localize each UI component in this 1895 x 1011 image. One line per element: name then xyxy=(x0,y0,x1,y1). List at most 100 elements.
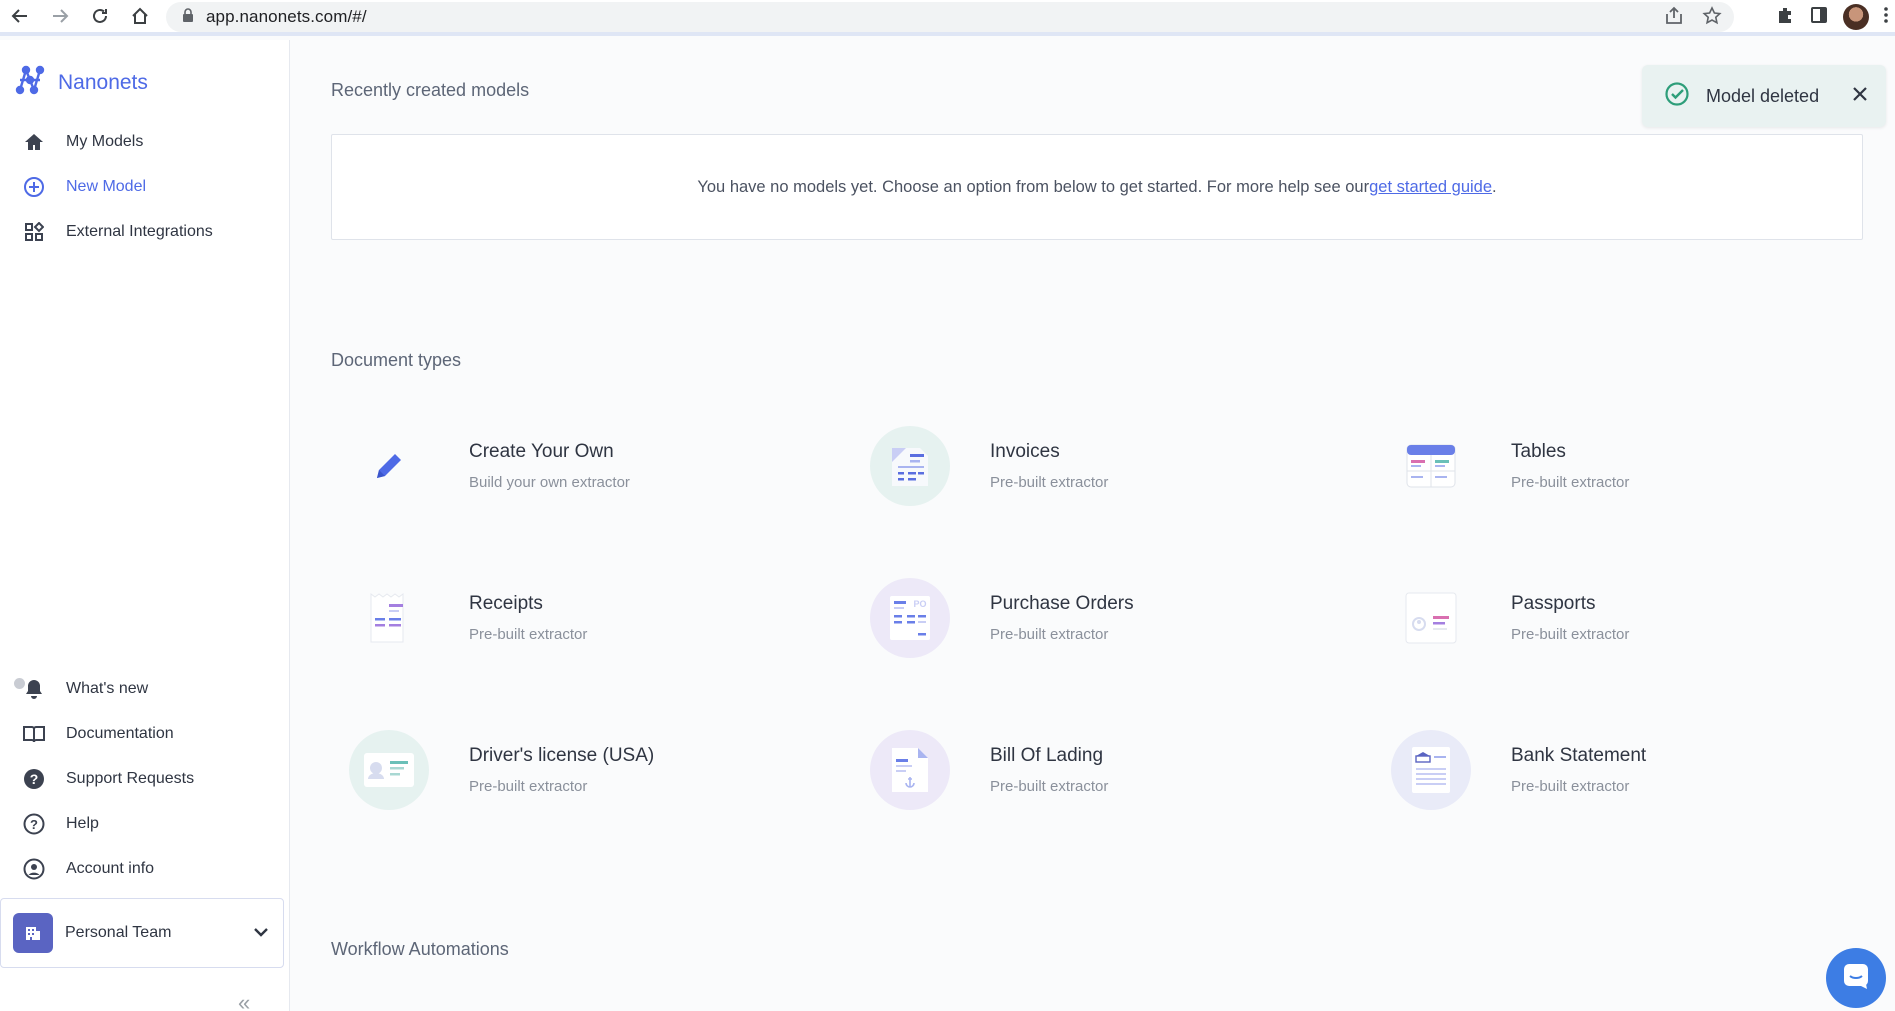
extensions-icon[interactable] xyxy=(1775,5,1795,30)
recent-models-title: Recently created models xyxy=(331,80,530,100)
sidebar: Nanonets My Models New Model External In… xyxy=(0,40,290,1011)
account-icon xyxy=(22,857,46,881)
lock-icon xyxy=(182,7,194,27)
sidebar-item-my-models[interactable]: My Models xyxy=(0,124,289,160)
toast-message: Model deleted xyxy=(1706,85,1820,106)
doc-type-purchase-orders[interactable]: PO Purchase Orders Pre-built extractor xyxy=(852,573,1352,663)
doc-type-title: Create Your Own xyxy=(469,441,614,462)
home-page-icon[interactable] xyxy=(120,0,160,33)
sidebar-item-label: Account info xyxy=(66,860,155,877)
brand-name: Nanonets xyxy=(58,70,148,94)
doc-type-subtitle: Pre-built extractor xyxy=(1511,474,1630,491)
team-selector[interactable]: Personal Team xyxy=(0,898,284,968)
doc-type-invoices[interactable]: Invoices Pre-built extractor xyxy=(852,421,1352,511)
passport-icon xyxy=(1391,578,1471,658)
sidebar-item-label: Documentation xyxy=(66,725,174,742)
sidebar-item-whats-new[interactable]: What's new xyxy=(0,671,289,707)
sidebar-item-label: Help xyxy=(66,815,99,832)
doc-type-subtitle: Pre-built extractor xyxy=(469,626,588,643)
help-circle-icon: ? xyxy=(22,812,46,836)
workflow-automations-title: Workflow Automations xyxy=(331,939,509,959)
pencil-icon xyxy=(349,426,429,506)
nanonets-logo-icon xyxy=(14,64,46,101)
forward-icon[interactable] xyxy=(40,0,80,33)
document-types-title: Document types xyxy=(331,350,462,370)
profile-avatar[interactable] xyxy=(1843,4,1869,30)
toast-notification: Model deleted xyxy=(1642,65,1886,127)
browser-toolbar: app.nanonets.com/#/ xyxy=(0,0,1895,36)
chevron-down-icon[interactable] xyxy=(253,924,269,942)
doc-type-subtitle: Pre-built extractor xyxy=(1511,626,1630,643)
sidebar-item-label: My Models xyxy=(66,133,144,150)
sidebar-item-label: Support Requests xyxy=(66,770,195,787)
bank-statement-icon xyxy=(1391,730,1471,810)
svg-text:PO: PO xyxy=(913,599,926,609)
doc-type-drivers-license[interactable]: Driver's license (USA) Pre-built extract… xyxy=(331,725,831,815)
doc-type-subtitle: Pre-built extractor xyxy=(990,626,1109,643)
sidebar-item-label: External Integrations xyxy=(66,223,213,240)
doc-type-subtitle: Pre-built extractor xyxy=(1511,778,1630,795)
license-icon xyxy=(349,730,429,810)
bill-of-lading-icon xyxy=(870,730,950,810)
plus-circle-icon xyxy=(22,175,46,199)
check-circle-icon xyxy=(1664,81,1690,112)
doc-type-title: Purchase Orders xyxy=(990,593,1134,614)
empty-models-text: You have no models yet. Choose an option… xyxy=(697,177,1370,196)
doc-type-subtitle: Pre-built extractor xyxy=(990,474,1109,491)
doc-type-title: Invoices xyxy=(990,441,1060,462)
share-icon[interactable] xyxy=(1664,6,1684,31)
doc-type-bill-of-lading[interactable]: Bill Of Lading Pre-built extractor xyxy=(852,725,1352,815)
chat-launcher-button[interactable] xyxy=(1826,948,1886,1008)
doc-type-title: Passports xyxy=(1511,593,1596,614)
star-icon[interactable] xyxy=(1702,6,1722,31)
url-text: app.nanonets.com/#/ xyxy=(206,7,367,26)
svg-text:?: ? xyxy=(30,771,39,787)
close-icon[interactable] xyxy=(1852,86,1868,107)
sidebar-item-account-info[interactable]: Account info xyxy=(0,851,289,887)
team-name: Personal Team xyxy=(65,924,172,941)
more-menu-icon[interactable] xyxy=(1883,5,1889,30)
doc-type-title: Bill Of Lading xyxy=(990,745,1104,766)
doc-type-create-your-own[interactable]: Create Your Own Build your own extractor xyxy=(331,421,831,511)
sidebar-item-support-requests[interactable]: ? Support Requests xyxy=(0,761,289,797)
doc-type-subtitle: Pre-built extractor xyxy=(990,778,1109,795)
home-icon xyxy=(22,130,46,154)
doc-type-title: Driver's license (USA) xyxy=(469,745,655,766)
grid-icon xyxy=(22,220,46,244)
doc-type-title: Tables xyxy=(1511,441,1566,462)
doc-type-receipts[interactable]: Receipts Pre-built extractor xyxy=(331,573,831,663)
main-content: Recently created models You have no mode… xyxy=(291,40,1895,1011)
doc-type-title: Receipts xyxy=(469,593,543,614)
doc-type-subtitle: Pre-built extractor xyxy=(469,778,588,795)
sidebar-item-label: New Model xyxy=(66,178,147,195)
doc-type-passports[interactable]: Passports Pre-built extractor xyxy=(1373,573,1873,663)
address-bar[interactable]: app.nanonets.com/#/ xyxy=(166,2,1734,32)
sidebar-item-label: What's new xyxy=(66,680,149,697)
bell-icon xyxy=(22,677,46,701)
get-started-guide-link[interactable]: get started guide xyxy=(1369,178,1492,197)
book-icon xyxy=(22,722,46,746)
back-icon[interactable] xyxy=(0,0,40,33)
sidebar-item-help[interactable]: ? Help xyxy=(0,806,289,842)
sidebar-item-new-model[interactable]: New Model xyxy=(0,169,289,205)
invoice-icon xyxy=(870,426,950,506)
table-icon xyxy=(1391,426,1471,506)
doc-type-tables[interactable]: Tables Pre-built extractor xyxy=(1373,421,1873,511)
empty-models-text-end: . xyxy=(1492,177,1497,196)
side-panel-icon[interactable] xyxy=(1809,5,1829,30)
brand[interactable]: Nanonets xyxy=(14,64,148,101)
chat-icon xyxy=(1841,961,1871,996)
sidebar-item-documentation[interactable]: Documentation xyxy=(0,716,289,752)
receipt-icon xyxy=(349,578,429,658)
sidebar-item-external-integrations[interactable]: External Integrations xyxy=(0,214,289,250)
collapse-sidebar-icon[interactable]: « xyxy=(238,990,250,1011)
reload-icon[interactable] xyxy=(80,0,120,33)
building-icon xyxy=(13,913,53,953)
svg-text:?: ? xyxy=(30,817,38,832)
purchase-order-icon: PO xyxy=(870,578,950,658)
doc-type-subtitle: Build your own extractor xyxy=(469,474,630,491)
doc-type-title: Bank Statement xyxy=(1511,745,1647,766)
question-circle-icon: ? xyxy=(22,767,46,791)
empty-models-box: You have no models yet. Choose an option… xyxy=(331,134,1863,240)
doc-type-bank-statement[interactable]: Bank Statement Pre-built extractor xyxy=(1373,725,1873,815)
